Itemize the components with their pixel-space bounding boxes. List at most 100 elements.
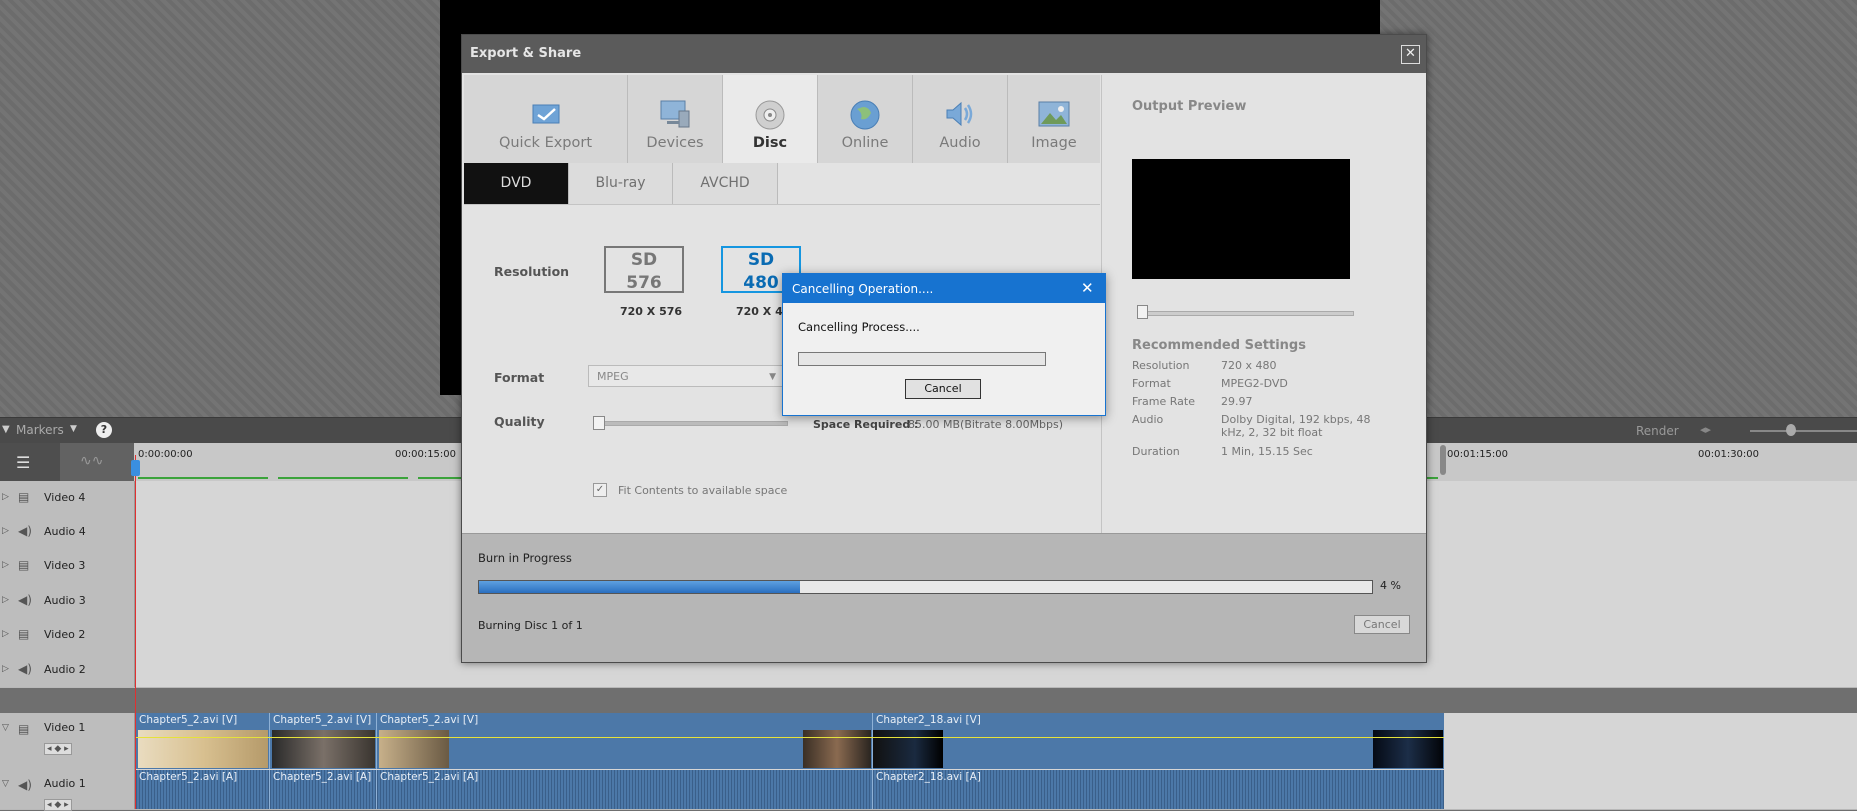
burn-progress-area: Burn in Progress 4 % Burning Disc 1 of 1… bbox=[462, 533, 1426, 662]
track-label: Video 4 bbox=[44, 491, 86, 504]
quality-slider-track[interactable] bbox=[596, 421, 788, 426]
expand-icon[interactable]: ▷ bbox=[2, 664, 9, 674]
audio-clip[interactable]: Chapter5_2.avi [A] bbox=[376, 770, 872, 809]
rec-value: 29.97 bbox=[1221, 395, 1253, 408]
help-icon[interactable]: ? bbox=[96, 422, 112, 438]
modal-title: Cancelling Operation.... bbox=[792, 282, 934, 296]
render-button[interactable]: Render bbox=[1636, 424, 1679, 438]
playhead-handle[interactable] bbox=[131, 460, 140, 476]
tab-disc[interactable]: Disc bbox=[723, 75, 818, 163]
tab-devices[interactable]: Devices bbox=[628, 75, 723, 163]
dialog-titlebar: Export & Share ✕ bbox=[462, 35, 1426, 73]
subtab-avchd[interactable]: AVCHD bbox=[673, 163, 778, 204]
video-clip[interactable]: Chapter2_18.avi [V] bbox=[872, 713, 1444, 769]
format-label: Format bbox=[494, 370, 545, 385]
track-header: ▷ ◀) Audio 4 bbox=[0, 515, 135, 549]
waveform-icon[interactable]: ∿∿ bbox=[80, 453, 103, 469]
clip-title: Chapter5_2.avi [V] bbox=[139, 714, 238, 726]
timeline-tools-left: ☰ bbox=[0, 443, 60, 481]
collapse-icon[interactable]: ▽ bbox=[2, 779, 9, 789]
quality-label: Quality bbox=[494, 414, 545, 429]
space-required-value: 85.00 MB(Bitrate 8.00Mbps) bbox=[908, 418, 1064, 431]
clip-thumbnail bbox=[803, 730, 871, 768]
fit-contents-checkbox[interactable]: ✓ bbox=[593, 483, 607, 497]
track-header: ▷ ◀) Audio 3 bbox=[0, 584, 135, 618]
cancelling-operation-dialog: Cancelling Operation.... ✕ Cancelling Pr… bbox=[782, 273, 1106, 416]
zoom-out-icon[interactable]: ◂▸ bbox=[1700, 423, 1711, 436]
burn-progress-fill bbox=[479, 581, 801, 593]
resolution-576-option[interactable]: SD 576 bbox=[604, 246, 684, 293]
expand-icon[interactable]: ▷ bbox=[2, 629, 9, 639]
output-preview-panel: Output Preview Recommended Settings Reso… bbox=[1101, 75, 1426, 575]
tab-online[interactable]: Online bbox=[818, 75, 913, 163]
quality-slider-thumb[interactable] bbox=[593, 416, 605, 430]
expand-icon[interactable]: ▷ bbox=[2, 492, 9, 502]
res-line1: SD bbox=[747, 250, 775, 270]
clip-title: Chapter5_2.avi [A] bbox=[380, 771, 479, 783]
markers-dropdown-icon[interactable]: ▼ bbox=[2, 424, 10, 435]
speaker-icon bbox=[946, 101, 973, 127]
format-value: MPEG bbox=[597, 370, 629, 383]
speaker-icon: ◀) bbox=[18, 524, 32, 538]
audio-clip[interactable]: Chapter2_18.avi [A] bbox=[872, 770, 1444, 809]
video-track-line bbox=[135, 737, 1444, 738]
keyframe-nav-icon[interactable]: ◂ ◆ ▸ bbox=[44, 799, 72, 811]
close-icon[interactable]: ✕ bbox=[1401, 45, 1420, 64]
tab-quick-export[interactable]: Quick Export bbox=[464, 75, 628, 163]
tab-label: Devices bbox=[646, 135, 704, 151]
res-line1: SD bbox=[630, 250, 658, 270]
close-icon[interactable]: ✕ bbox=[1081, 279, 1094, 297]
video-clip[interactable]: Chapter5_2.avi [V] bbox=[135, 713, 269, 769]
track-label: Video 1 bbox=[44, 721, 86, 734]
preview-scrubber-thumb[interactable] bbox=[1137, 305, 1148, 319]
keyframe-nav-icon[interactable]: ◂ ◆ ▸ bbox=[44, 743, 72, 755]
tab-image[interactable]: Image bbox=[1008, 75, 1100, 163]
tab-label: Image bbox=[1031, 135, 1077, 151]
ruler-tick-label: 0:00:00:00 bbox=[138, 449, 193, 460]
work-area-end-handle[interactable] bbox=[1440, 445, 1446, 475]
audio-clip[interactable]: Chapter5_2.avi [A] bbox=[269, 770, 376, 809]
audio-mixer-tool: ∿∿ bbox=[60, 443, 134, 481]
divider bbox=[464, 204, 1100, 205]
subtab-bluray[interactable]: Blu-ray bbox=[569, 163, 673, 204]
dialog-title: Export & Share bbox=[470, 46, 582, 61]
track-label: Audio 1 bbox=[44, 777, 86, 790]
subtab-dvd[interactable]: DVD bbox=[464, 163, 569, 204]
clip-thumbnail bbox=[138, 730, 268, 768]
burn-disc-status: Burning Disc 1 of 1 bbox=[478, 619, 583, 632]
quick-export-icon bbox=[532, 104, 559, 124]
video-clip[interactable]: Chapter5_2.avi [V] bbox=[376, 713, 872, 769]
speaker-icon: ◀) bbox=[18, 662, 32, 676]
rec-key: Frame Rate bbox=[1132, 395, 1195, 408]
zoom-track[interactable] bbox=[1750, 430, 1857, 432]
timeline-tracks-icon[interactable]: ☰ bbox=[16, 453, 30, 472]
tab-label: Audio bbox=[939, 135, 981, 151]
ruler-tick-label: 00:00:15:00 bbox=[395, 449, 457, 460]
modal-progress-bar bbox=[798, 352, 1046, 366]
zoom-thumb[interactable] bbox=[1786, 424, 1796, 436]
resolution-caption: 720 X 576 bbox=[620, 305, 683, 318]
tab-label: Disc bbox=[752, 135, 788, 151]
video-clip[interactable]: Chapter5_2.avi [V] bbox=[269, 713, 376, 769]
clip-title: Chapter5_2.avi [V] bbox=[273, 714, 372, 726]
markers-chevron-icon[interactable]: ▼ bbox=[70, 424, 77, 434]
tab-audio[interactable]: Audio bbox=[913, 75, 1008, 163]
film-icon: ▤ bbox=[18, 490, 30, 504]
modal-titlebar: Cancelling Operation.... ✕ bbox=[783, 274, 1105, 303]
preview-scrubber-track[interactable] bbox=[1142, 311, 1354, 316]
track-header: ▷ ▤ Video 4 bbox=[0, 481, 135, 515]
expand-icon[interactable]: ▷ bbox=[2, 595, 9, 605]
format-select[interactable]: MPEG ▼ bbox=[588, 365, 783, 387]
playhead-line[interactable] bbox=[135, 455, 136, 809]
rec-value: 720 x 480 bbox=[1221, 359, 1277, 372]
burn-cancel-button[interactable]: Cancel bbox=[1354, 615, 1410, 634]
modal-cancel-button[interactable]: Cancel bbox=[905, 379, 981, 399]
rec-key: Format bbox=[1132, 377, 1171, 390]
clip-title: Chapter2_18.avi [A] bbox=[876, 771, 981, 783]
expand-icon[interactable]: ▷ bbox=[2, 560, 9, 570]
audio-clip[interactable]: Chapter5_2.avi [A] bbox=[135, 770, 269, 809]
markers-menu[interactable]: Markers bbox=[16, 423, 64, 437]
expand-icon[interactable]: ▷ bbox=[2, 526, 9, 536]
speaker-icon: ◀) bbox=[18, 593, 32, 607]
collapse-icon[interactable]: ▽ bbox=[2, 723, 9, 733]
